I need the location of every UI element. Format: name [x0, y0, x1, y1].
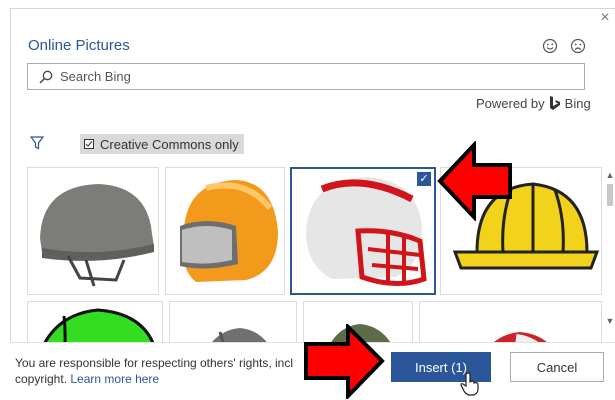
scroll-thumb[interactable]: [607, 184, 613, 206]
dialog-title: Online Pictures: [28, 37, 130, 54]
bing-logo-icon: [549, 96, 560, 110]
search-input[interactable]: [60, 67, 560, 86]
checkbox-icon[interactable]: [84, 139, 94, 149]
result-tile[interactable]: [165, 167, 285, 295]
powered-by-label: Powered by: [476, 96, 545, 111]
annotation-arrow-right-icon: [304, 324, 385, 399]
online-pictures-dialog: × Online Pictures Powered by Bing: [0, 0, 615, 400]
search-icon: [39, 70, 53, 84]
powered-by-bing: Powered by Bing: [476, 96, 591, 111]
scroll-up-icon[interactable]: ▲: [605, 170, 615, 180]
hand-cursor-icon: [460, 372, 479, 396]
learn-more-link[interactable]: Learn more here: [70, 372, 159, 386]
frown-icon[interactable]: [570, 38, 586, 54]
selected-check-icon: ✓: [417, 172, 431, 186]
rights-notice-line2: copyright.: [15, 372, 68, 386]
scroll-down-icon[interactable]: ▼: [605, 316, 615, 326]
cancel-button[interactable]: Cancel: [510, 352, 604, 382]
bing-brand: Bing: [564, 96, 591, 111]
result-tile[interactable]: [27, 167, 159, 295]
motorcycle-helmet-image: [180, 180, 278, 282]
creative-commons-label: Creative Commons only: [100, 136, 239, 152]
results-scrollbar[interactable]: ▲ ▼: [605, 170, 615, 330]
filter-icon[interactable]: [30, 136, 44, 150]
creative-commons-filter[interactable]: Creative Commons only: [80, 134, 244, 154]
close-icon[interactable]: ×: [597, 10, 613, 26]
football-helmet-image: [306, 177, 427, 287]
result-tile-selected[interactable]: ✓: [290, 167, 436, 295]
search-box[interactable]: [27, 63, 585, 90]
military-helmet-image: [40, 184, 154, 287]
smiley-icon[interactable]: [542, 38, 558, 54]
rights-notice: You are responsible for respecting other…: [15, 355, 305, 387]
annotation-arrow-left-icon: [437, 141, 512, 221]
rights-notice-text: You are responsible for respecting other…: [15, 356, 293, 370]
